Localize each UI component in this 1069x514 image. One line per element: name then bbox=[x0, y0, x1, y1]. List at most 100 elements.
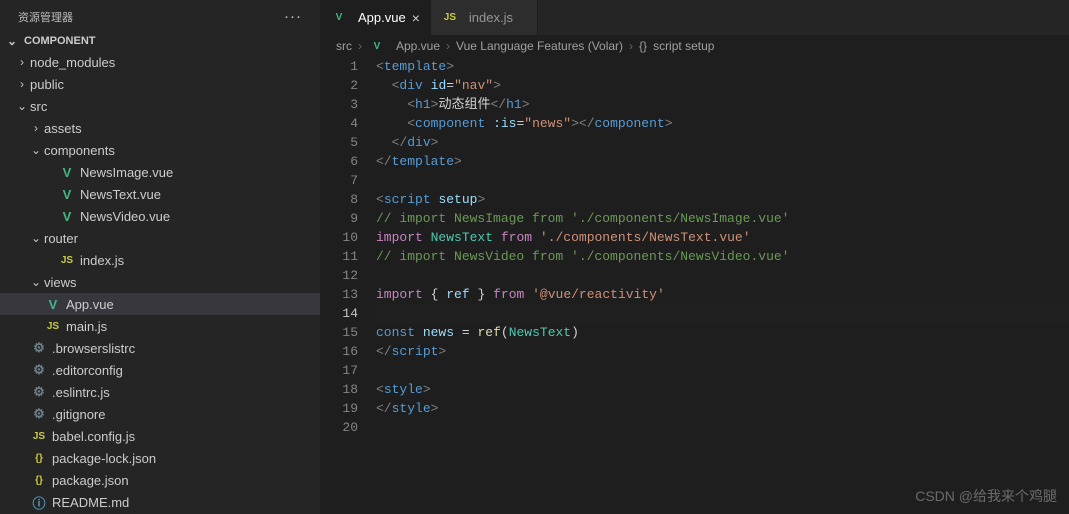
tree-item-label: .editorconfig bbox=[52, 363, 123, 378]
chevron-right-icon: › bbox=[358, 39, 362, 53]
tree-item-label: components bbox=[44, 143, 115, 158]
tree-item-label: .eslintrc.js bbox=[52, 385, 110, 400]
chevron-down-icon: ⌄ bbox=[28, 231, 44, 245]
folder-item[interactable]: ⌄src bbox=[0, 95, 320, 117]
tree-item-label: .browserslistrc bbox=[52, 341, 135, 356]
code-line[interactable]: // import NewsImage from './components/N… bbox=[376, 209, 1069, 228]
folder-item[interactable]: ⌄views bbox=[0, 271, 320, 293]
line-number: 6 bbox=[320, 152, 358, 171]
breadcrumb-segment[interactable]: script setup bbox=[653, 39, 714, 53]
code-line[interactable]: </script> bbox=[376, 342, 1069, 361]
line-number: 12 bbox=[320, 266, 358, 285]
file-item[interactable]: {} package.json bbox=[0, 469, 320, 491]
file-item[interactable]: JSmain.js bbox=[0, 315, 320, 337]
breadcrumb-segment[interactable]: App.vue bbox=[396, 39, 440, 53]
code-line[interactable] bbox=[376, 304, 1069, 323]
breadcrumb-segment[interactable]: Vue Language Features (Volar) bbox=[456, 39, 623, 53]
editor-tab[interactable]: VApp.vue× bbox=[320, 0, 431, 35]
more-actions-icon[interactable]: ··· bbox=[278, 8, 308, 25]
file-item[interactable]: JSindex.js bbox=[0, 249, 320, 271]
braces-icon: {} bbox=[639, 39, 647, 53]
tab-label: App.vue bbox=[358, 10, 406, 25]
code-line[interactable]: </template> bbox=[376, 152, 1069, 171]
editor-tab[interactable]: JSindex.js× bbox=[431, 0, 538, 35]
folder-item[interactable]: ⌄components bbox=[0, 139, 320, 161]
file-item[interactable]: ⚙.eslintrc.js bbox=[0, 381, 320, 403]
chevron-right-icon: › bbox=[14, 77, 30, 91]
explorer-header: 资源管理器 ··· bbox=[0, 0, 320, 31]
code-line[interactable]: <h1>动态组件</h1> bbox=[376, 95, 1069, 114]
chevron-right-icon: › bbox=[28, 121, 44, 135]
code-line[interactable]: import NewsText from './components/NewsT… bbox=[376, 228, 1069, 247]
line-number: 7 bbox=[320, 171, 358, 190]
chevron-down-icon: ⌄ bbox=[28, 275, 44, 289]
code-editor[interactable]: 1234567891011121314151617181920 <templat… bbox=[320, 57, 1069, 514]
line-number: 16 bbox=[320, 342, 358, 361]
file-item[interactable]: VNewsImage.vue bbox=[0, 161, 320, 183]
js-file-icon: JS bbox=[58, 255, 76, 266]
tab-label: index.js bbox=[469, 10, 513, 25]
code-line[interactable]: const news = ref(NewsText) bbox=[376, 323, 1069, 342]
line-gutter: 1234567891011121314151617181920 bbox=[320, 57, 376, 514]
code-line[interactable] bbox=[376, 361, 1069, 380]
file-item[interactable]: ⚙.gitignore bbox=[0, 403, 320, 425]
code-line[interactable]: import { ref } from '@vue/reactivity' bbox=[376, 285, 1069, 304]
explorer-title: 资源管理器 bbox=[18, 9, 73, 25]
code-line[interactable] bbox=[376, 266, 1069, 285]
json-file-icon: {} bbox=[30, 475, 48, 486]
js-file-icon: JS bbox=[441, 12, 459, 23]
folder-item[interactable]: ›node_modules bbox=[0, 51, 320, 73]
tab-bar: VApp.vue×JSindex.js× bbox=[320, 0, 1069, 35]
chevron-down-icon: ⌄ bbox=[14, 99, 30, 113]
line-number: 8 bbox=[320, 190, 358, 209]
section-header[interactable]: ⌄ COMPONENT bbox=[0, 31, 320, 51]
line-number: 14 bbox=[320, 304, 358, 323]
file-item[interactable]: VNewsText.vue bbox=[0, 183, 320, 205]
code-line[interactable]: </style> bbox=[376, 399, 1069, 418]
vue-file-icon: V bbox=[58, 187, 76, 202]
explorer-sidebar: 资源管理器 ··· ⌄ COMPONENT ›node_modules›publ… bbox=[0, 0, 320, 514]
code-line[interactable]: </div> bbox=[376, 133, 1069, 152]
tree-item-label: README.md bbox=[52, 495, 129, 510]
tree-item-label: package.json bbox=[52, 473, 129, 488]
code-line[interactable]: <style> bbox=[376, 380, 1069, 399]
tree-item-label: assets bbox=[44, 121, 82, 136]
code-line[interactable]: <div id="nav"> bbox=[376, 76, 1069, 95]
file-item[interactable]: {}package-lock.json bbox=[0, 447, 320, 469]
code-line[interactable]: // import NewsVideo from './components/N… bbox=[376, 247, 1069, 266]
line-number: 17 bbox=[320, 361, 358, 380]
file-item[interactable]: V NewsVideo.vue bbox=[0, 205, 320, 227]
code-line[interactable]: <component :is="news"></component> bbox=[376, 114, 1069, 133]
file-item[interactable]: VApp.vue bbox=[0, 293, 320, 315]
vue-file-icon: V bbox=[58, 209, 76, 224]
code-body[interactable]: <template> <div id="nav"> <h1>动态组件</h1> … bbox=[376, 57, 1069, 514]
folder-item[interactable]: ⌄router bbox=[0, 227, 320, 249]
tree-item-label: package-lock.json bbox=[52, 451, 156, 466]
breadcrumb[interactable]: src›VApp.vue›Vue Language Features (Vola… bbox=[320, 35, 1069, 57]
breadcrumb-segment[interactable]: src bbox=[336, 39, 352, 53]
line-number: 10 bbox=[320, 228, 358, 247]
file-item[interactable]: ⓘ README.md bbox=[0, 491, 320, 513]
folder-item[interactable]: ›public bbox=[0, 73, 320, 95]
file-item[interactable]: ⚙.browserslistrc bbox=[0, 337, 320, 359]
tree-item-label: .gitignore bbox=[52, 407, 105, 422]
line-number: 4 bbox=[320, 114, 358, 133]
code-line[interactable]: <script setup> bbox=[376, 190, 1069, 209]
line-number: 2 bbox=[320, 76, 358, 95]
close-icon[interactable]: × bbox=[412, 10, 420, 26]
code-line[interactable]: <template> bbox=[376, 57, 1069, 76]
chevron-down-icon: ⌄ bbox=[4, 34, 20, 48]
code-line[interactable] bbox=[376, 418, 1069, 437]
readme-file-icon: ⓘ bbox=[30, 493, 48, 512]
file-item[interactable]: ⚙.editorconfig bbox=[0, 359, 320, 381]
section-title: COMPONENT bbox=[24, 35, 96, 47]
line-number: 1 bbox=[320, 57, 358, 76]
folder-item[interactable]: ›assets bbox=[0, 117, 320, 139]
tree-item-label: NewsVideo.vue bbox=[80, 209, 170, 224]
chevron-right-icon: › bbox=[14, 55, 30, 69]
file-item[interactable]: JSbabel.config.js bbox=[0, 425, 320, 447]
tree-item-label: NewsImage.vue bbox=[80, 165, 173, 180]
tree-item-label: src bbox=[30, 99, 47, 114]
line-number: 15 bbox=[320, 323, 358, 342]
code-line[interactable] bbox=[376, 171, 1069, 190]
